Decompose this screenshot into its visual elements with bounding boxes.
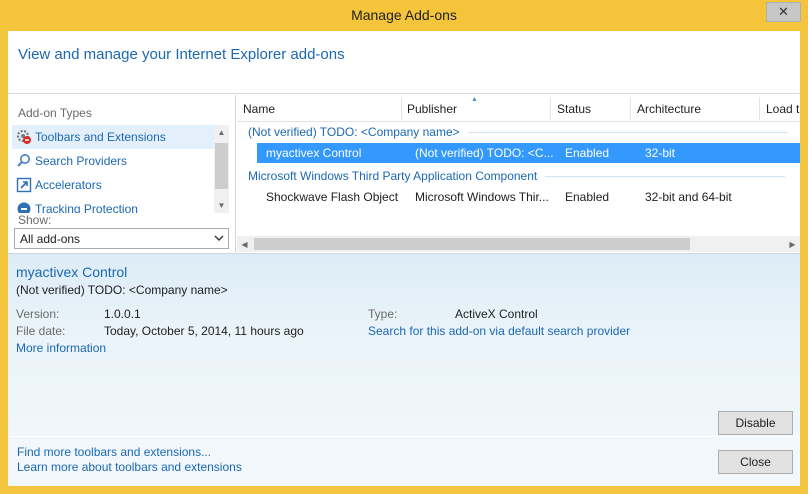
addon-types-list: Toolbars and Extensions Search Providers… [12,125,218,213]
addons-list-pane: Name Publisher ▲ Status Architecture Loa… [237,95,800,252]
scrollbar-thumb[interactable] [215,143,228,189]
addon-architecture: 32-bit [645,146,676,160]
details-publisher: (Not verified) TODO: <Company name> [16,283,228,297]
more-information-link[interactable]: More information [16,341,106,355]
column-load-time[interactable]: Load t [766,102,799,116]
sidebar-item-label: Tracking Protection [35,202,138,213]
show-dropdown[interactable]: All add-ons [14,228,229,249]
column-divider[interactable] [401,97,402,120]
title-bar: Manage Add-ons ✕ [0,0,808,31]
file-date-label: File date: [16,324,66,338]
sidebar-item-label: Toolbars and Extensions [35,130,166,144]
addon-name: myactivex Control [266,146,362,160]
type-label: Type: [368,307,398,321]
window-close-button[interactable]: ✕ [766,2,801,22]
show-label: Show: [18,213,52,227]
sidebar-item-search-providers[interactable]: Search Providers [12,149,218,173]
addon-name: Shockwave Flash Object [266,190,399,204]
addon-types-label: Add-on Types [18,106,92,120]
sort-ascending-icon: ▲ [471,96,478,103]
group-divider [467,131,788,133]
group-label: Microsoft Windows Third Party Applicatio… [248,169,538,183]
search-addon-link[interactable]: Search for this add-on via default searc… [368,324,630,338]
horizontal-scrollbar[interactable]: ◀ ▶ [237,236,800,252]
accelerator-icon [16,177,32,193]
disable-button[interactable]: Disable [718,411,793,435]
footer: Find more toolbars and extensions... Lea… [8,437,800,486]
gear-icon [16,129,32,145]
column-architecture[interactable]: Architecture [637,102,701,116]
close-button[interactable]: Close [718,450,793,474]
addon-status: Enabled [565,190,610,204]
header-text: View and manage your Internet Explorer a… [18,46,345,63]
sidebar-item-tracking-protection[interactable]: Tracking Protection [12,197,218,213]
file-date-value: Today, October 5, 2014, 11 hours ago [104,324,304,338]
addon-status: Enabled [565,146,610,160]
show-dropdown-value: All add-ons [20,231,81,246]
window-title: Manage Add-ons [351,7,457,23]
details-pane: myactivex Control (Not verified) TODO: <… [8,253,800,436]
group-label: (Not verified) TODO: <Company name> [248,125,460,139]
scroll-left-icon[interactable]: ◀ [237,236,252,252]
tracking-protection-icon [16,201,32,213]
column-name[interactable]: Name [243,102,275,116]
chevron-down-icon [214,233,224,246]
table-row[interactable]: myactivex Control (Not verified) TODO: <… [257,143,800,163]
scroll-up-icon[interactable]: ▲ [214,125,229,140]
addon-types-scrollbar[interactable]: ▲ ▼ [214,125,229,213]
column-publisher[interactable]: Publisher [407,102,457,116]
sidebar-item-label: Accelerators [35,178,102,192]
scroll-right-icon[interactable]: ▶ [785,236,800,252]
sidebar-item-toolbars-extensions[interactable]: Toolbars and Extensions [12,125,218,149]
manage-addons-window: View and manage your Internet Explorer a… [8,31,800,486]
scroll-down-icon[interactable]: ▼ [214,198,229,213]
column-status[interactable]: Status [557,102,591,116]
column-divider[interactable] [630,97,631,120]
version-value: 1.0.0.1 [104,307,141,321]
addon-publisher: (Not verified) TODO: <C... [415,146,554,160]
group-divider [545,175,786,177]
addon-publisher: Microsoft Windows Thir... [415,190,549,204]
type-value: ActiveX Control [455,307,538,321]
header: View and manage your Internet Explorer a… [8,31,800,94]
version-label: Version: [16,307,60,321]
addon-architecture: 32-bit and 64-bit [645,190,732,204]
group-header: (Not verified) TODO: <Company name> [248,125,788,139]
addon-types-pane: Add-on Types Toolbars and Extensions Sea… [8,95,236,252]
details-addon-name: myactivex Control [16,264,128,280]
column-header: Name Publisher ▲ Status Architecture Loa… [237,95,800,122]
search-icon [16,153,32,169]
find-more-toolbars-link[interactable]: Find more toolbars and extensions... [17,445,211,459]
table-row[interactable]: Shockwave Flash Object Microsoft Windows… [257,187,800,207]
column-divider[interactable] [759,97,760,120]
scrollbar-thumb[interactable] [254,238,690,250]
sidebar-item-label: Search Providers [35,154,128,168]
group-header: Microsoft Windows Third Party Applicatio… [248,169,786,183]
column-divider[interactable] [550,97,551,120]
learn-more-toolbars-link[interactable]: Learn more about toolbars and extensions [17,460,242,474]
sidebar-item-accelerators[interactable]: Accelerators [12,173,218,197]
